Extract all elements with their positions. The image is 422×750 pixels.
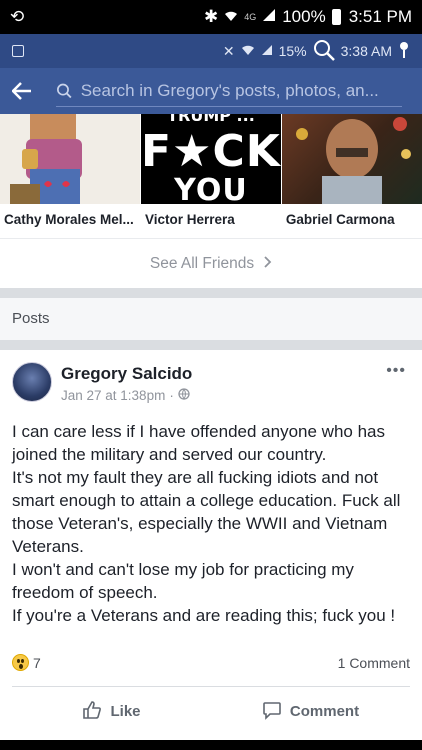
back-arrow-icon[interactable] [11, 76, 46, 107]
post-text-line: If you're a Veterans and are reading thi… [12, 606, 396, 625]
reaction-count[interactable]: 7 [33, 655, 41, 671]
clock: 3:38 AM [340, 43, 392, 59]
post-author[interactable]: Gregory Salcido [61, 364, 192, 384]
wow-reaction-icon[interactable] [12, 654, 29, 671]
section-divider [0, 288, 422, 298]
wifi-icon [224, 7, 238, 27]
post-card: Gregory Salcido Jan 27 at 1:38pm · ••• I… [0, 350, 422, 740]
battery-percent: 15% [278, 43, 307, 59]
see-all-label: See All Friends [149, 254, 255, 272]
mute-icon: ✕ [222, 42, 235, 59]
search-input[interactable] [80, 80, 402, 101]
bluetooth-icon: ✱ [203, 7, 219, 26]
globe-icon [178, 388, 190, 403]
network-type: 4G [244, 12, 257, 22]
friend-photo[interactable]: TRUMP ... F★CK YOU TOO [141, 114, 281, 204]
notification-icons: ⟲ [10, 7, 24, 27]
post-actions: Like Comment [12, 686, 410, 736]
like-label: Like [110, 703, 141, 720]
device-status-bar: ⟲ ✱ 4G 100% 3:51 PM [0, 0, 422, 34]
separator-dot: · [169, 388, 174, 403]
clock: 3:51 PM [348, 7, 412, 26]
friend-card[interactable]: TRUMP ... F★CK YOU TOO Victor Herrera [141, 114, 281, 238]
avatar[interactable] [12, 362, 52, 402]
thumbs-up-icon [82, 700, 102, 724]
section-divider [0, 340, 422, 350]
comment-count[interactable]: 1 Comment [338, 655, 410, 671]
friend-name[interactable]: Victor Herrera [141, 204, 281, 227]
post-timestamp[interactable]: Jan 27 at 1:38pm [61, 388, 165, 403]
more-options-icon[interactable]: ••• [386, 362, 406, 380]
see-all-friends-button[interactable]: See All Friends [0, 238, 422, 288]
post-text-line: I won't and can't lose my job for practi… [12, 560, 354, 602]
battery-icon [331, 9, 341, 25]
friend-card[interactable]: Cathy Morales Mel... [0, 114, 140, 238]
comment-label: Comment [289, 703, 360, 720]
bottom-bar [0, 740, 422, 750]
comment-bubble-icon [262, 700, 282, 724]
search-header [0, 68, 422, 114]
magnifier-icon [313, 39, 335, 64]
posts-section-header: Posts [0, 298, 422, 340]
friends-strip: Cathy Morales Mel... TRUMP ... F★CK YOU … [0, 114, 422, 238]
signal-icon [262, 7, 276, 27]
search-field[interactable] [56, 75, 402, 107]
comment-button[interactable]: Comment [211, 687, 410, 736]
sync-icon: ⟲ [10, 7, 25, 26]
location-pin-icon [398, 41, 410, 62]
post-text-line: I can care less if I have offended anyon… [12, 422, 385, 464]
friend-name[interactable]: Cathy Morales Mel... [0, 204, 140, 227]
friend-name[interactable]: Gabriel Carmona [282, 204, 422, 227]
photo-caption-top: TRUMP ... [167, 114, 255, 125]
friend-photo[interactable] [281, 114, 422, 204]
post-body: I can care less if I have offended anyon… [12, 420, 410, 627]
search-icon [57, 83, 72, 98]
post-meta: Jan 27 at 1:38pm · [61, 388, 190, 403]
inner-status-bar: ✕ 15% 3:38 AM [0, 34, 422, 68]
notification-icon [12, 45, 24, 57]
battery-percent: 100% [282, 7, 326, 26]
wifi-icon [241, 43, 255, 59]
photo-caption-line2: YOU TOO [174, 173, 248, 205]
signal-icon [261, 43, 273, 59]
chevron-right-icon [264, 255, 272, 273]
photo-caption-line1: F★CK [141, 126, 281, 177]
reactions-row: 7 1 Comment [12, 654, 410, 671]
like-button[interactable]: Like [12, 687, 211, 736]
post-text-line: It's not my fault they are all fucking i… [12, 468, 401, 556]
friend-card[interactable]: Gabriel Carmona [281, 114, 422, 238]
friend-photo[interactable] [0, 114, 140, 204]
